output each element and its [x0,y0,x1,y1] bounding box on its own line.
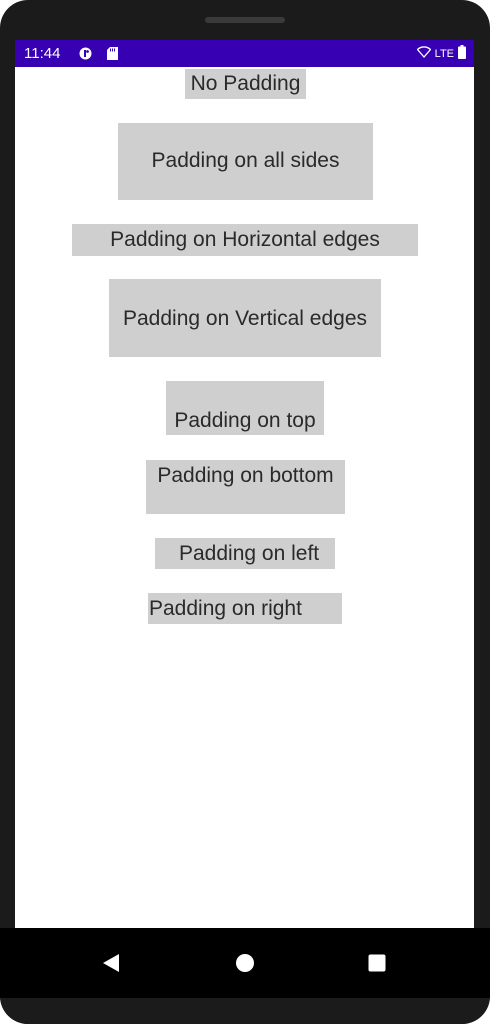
status-bar: 11:44 LTE [15,40,474,67]
status-time: 11:44 [24,45,61,62]
label-padding-vertical: Padding on Vertical edges [109,279,381,357]
label-no-padding: No Padding [185,69,306,99]
label-padding-horizontal: Padding on Horizontal edges [72,224,418,256]
earpiece-speaker [205,17,285,23]
back-button[interactable] [96,948,126,978]
label-padding-right: Padding on right [148,593,342,624]
wifi-icon [416,46,432,61]
battery-icon [458,45,466,62]
recents-icon [368,954,386,972]
label-padding-left: Padding on left [155,538,335,569]
label-padding-all-sides: Padding on all sides [118,123,373,200]
notification-app-icon [79,47,92,60]
home-button[interactable] [230,948,260,978]
navigation-bar [0,928,490,998]
label-padding-bottom: Padding on bottom [146,460,345,514]
phone-frame: 11:44 LTE No Padding Padding on all side… [0,0,490,1024]
label-padding-top: Padding on top [166,381,324,435]
device-bottom-bezel [0,998,490,1024]
network-label: LTE [434,47,454,60]
status-right-group: LTE [416,45,466,62]
home-icon [236,954,254,972]
content-area: No Padding Padding on all sides Padding … [15,67,474,928]
screen: 11:44 LTE No Padding Padding on all side… [15,40,474,928]
recents-button[interactable] [362,948,392,978]
back-icon [103,954,119,972]
sd-card-icon [107,47,119,60]
